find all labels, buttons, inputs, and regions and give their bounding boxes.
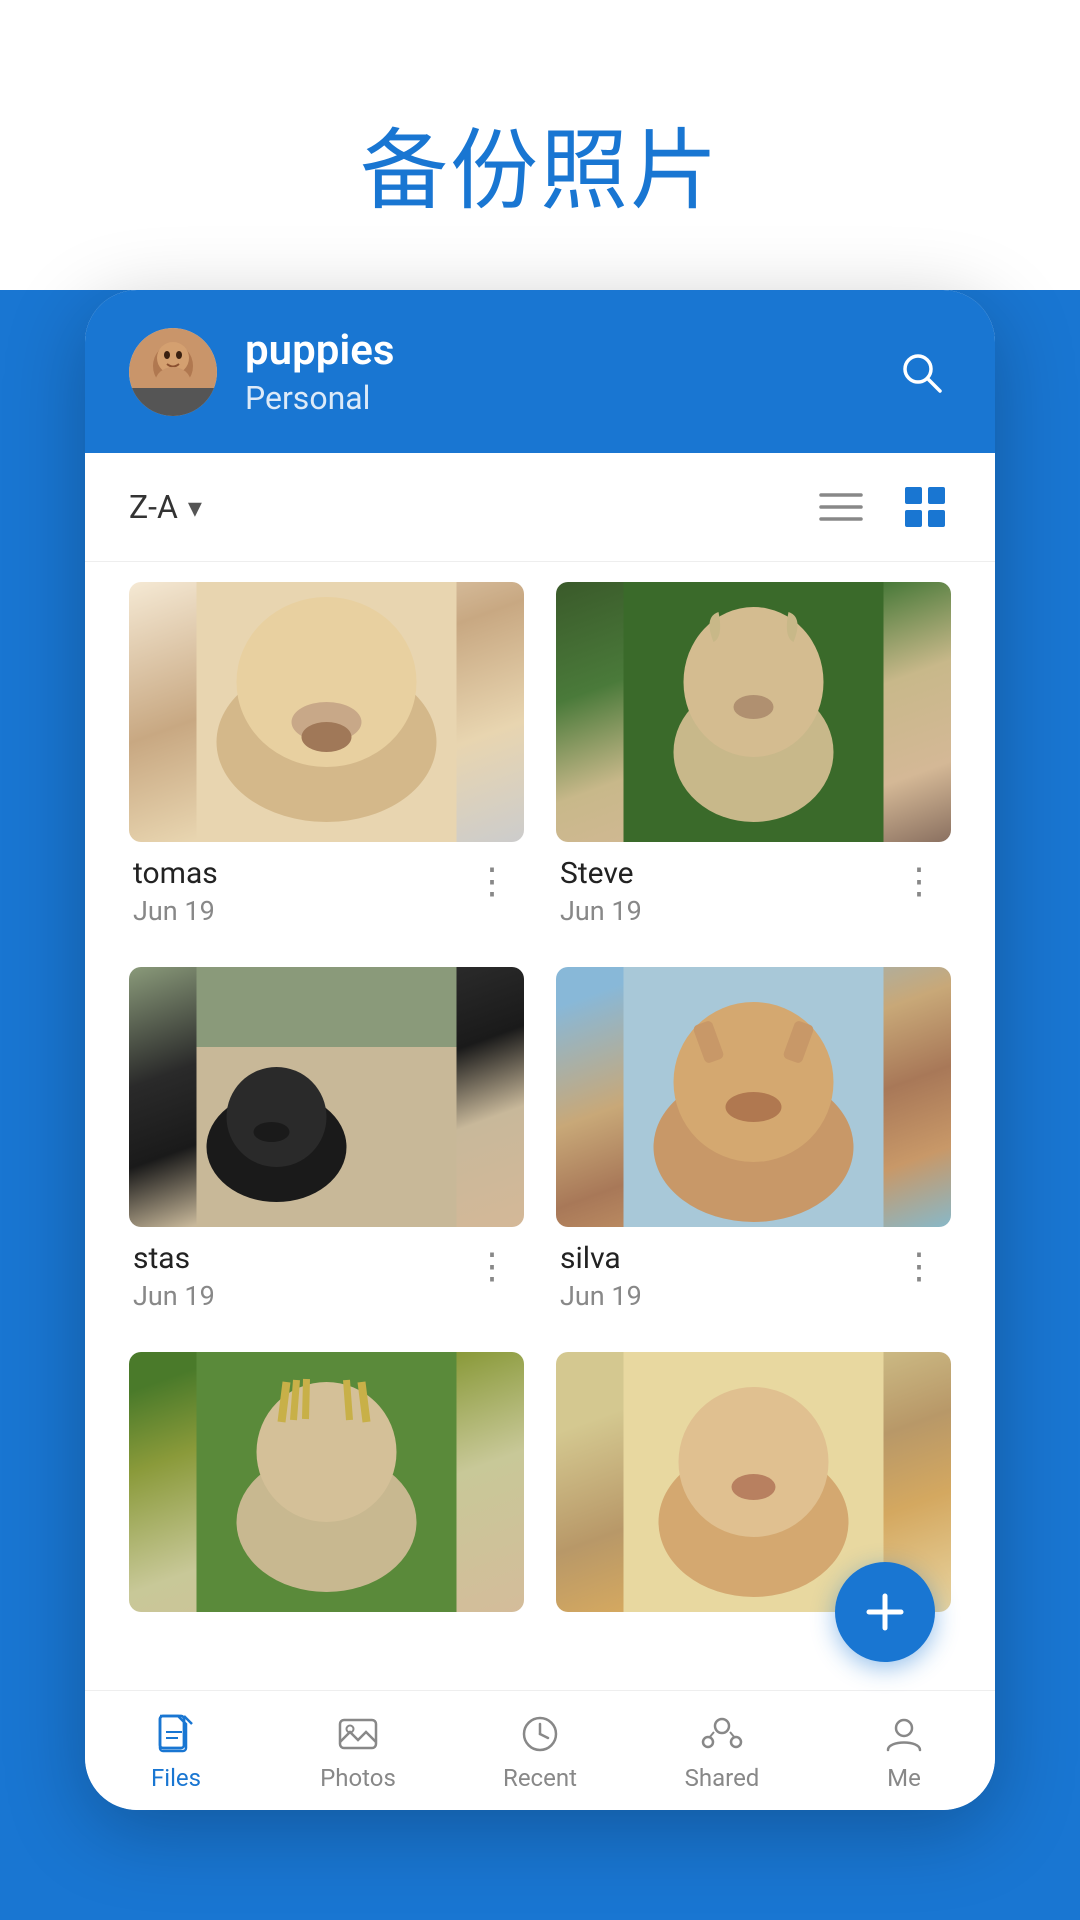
photo-thumbnail[interactable] [556,967,951,1227]
photo-thumbnail[interactable] [129,1352,524,1612]
photo-meta: tomas Jun 19 [133,856,218,927]
album-type: Personal [245,379,863,417]
recent-icon [516,1710,564,1758]
photo-thumbnail[interactable] [129,967,524,1227]
sort-bar: Z-A ▾ [85,453,995,562]
photo-date: Jun 19 [133,895,218,927]
nav-item-photos[interactable]: Photos [298,1710,418,1792]
photo-grid: tomas Jun 19 ⋮ [129,582,951,1638]
photo-meta: silva Jun 19 [560,1241,642,1312]
add-button[interactable] [835,1562,935,1662]
grid-view-button[interactable] [899,481,951,533]
files-icon [152,1710,200,1758]
nav-label-me: Me [887,1764,921,1792]
photo-info [129,1612,524,1638]
list-item: silva Jun 19 ⋮ [556,967,951,1320]
nav-label-shared: Shared [685,1764,760,1792]
view-toggle [815,481,951,533]
photo-name: tomas [133,856,218,891]
album-info: puppies Personal [245,326,863,417]
photo-info: stas Jun 19 ⋮ [129,1227,524,1320]
photo-name: silva [560,1241,642,1276]
photo-thumbnail[interactable] [129,582,524,842]
list-item: stas Jun 19 ⋮ [129,967,524,1320]
nav-label-files: Files [151,1764,201,1792]
photo-info: tomas Jun 19 ⋮ [129,842,524,935]
photo-date: Jun 19 [133,1280,215,1312]
list-view-button[interactable] [815,481,867,533]
photo-thumbnail[interactable] [556,582,951,842]
photo-grid-container: tomas Jun 19 ⋮ [85,562,995,1714]
photos-icon [334,1710,382,1758]
photo-info: Steve Jun 19 ⋮ [556,842,951,935]
sort-value: Z-A [129,488,178,526]
photo-meta: stas Jun 19 [133,1241,215,1312]
photo-meta: Steve Jun 19 [560,856,642,927]
nav-item-shared[interactable]: Shared [662,1710,782,1792]
sort-selector[interactable]: Z-A ▾ [129,488,202,526]
bottom-nav: Files Photos Recent [85,1690,995,1810]
nav-item-me[interactable]: Me [844,1710,964,1792]
photo-date: Jun 19 [560,895,642,927]
photo-info: silva Jun 19 ⋮ [556,1227,951,1320]
shared-icon [698,1710,746,1758]
avatar[interactable] [129,328,217,416]
app-header: puppies Personal [85,290,995,453]
album-name: puppies [245,326,863,375]
more-options-button[interactable]: ⋮ [466,1241,520,1291]
photo-name: stas [133,1241,215,1276]
photo-date: Jun 19 [560,1280,642,1312]
nav-label-photos: Photos [320,1764,396,1792]
search-button[interactable] [891,342,951,402]
page-title: 备份照片 [0,60,1080,277]
list-item: tomas Jun 19 ⋮ [129,582,524,935]
more-options-button[interactable]: ⋮ [466,856,520,906]
more-options-button[interactable]: ⋮ [893,856,947,906]
nav-label-recent: Recent [503,1764,577,1792]
list-item: Steve Jun 19 ⋮ [556,582,951,935]
nav-item-recent[interactable]: Recent [480,1710,600,1792]
photo-name: Steve [560,856,642,891]
more-options-button[interactable]: ⋮ [893,1241,947,1291]
nav-item-files[interactable]: Files [116,1710,236,1792]
me-icon [880,1710,928,1758]
list-item [129,1352,524,1638]
phone-frame: puppies Personal Z-A ▾ [85,290,995,1810]
sort-arrow-icon: ▾ [188,491,202,524]
